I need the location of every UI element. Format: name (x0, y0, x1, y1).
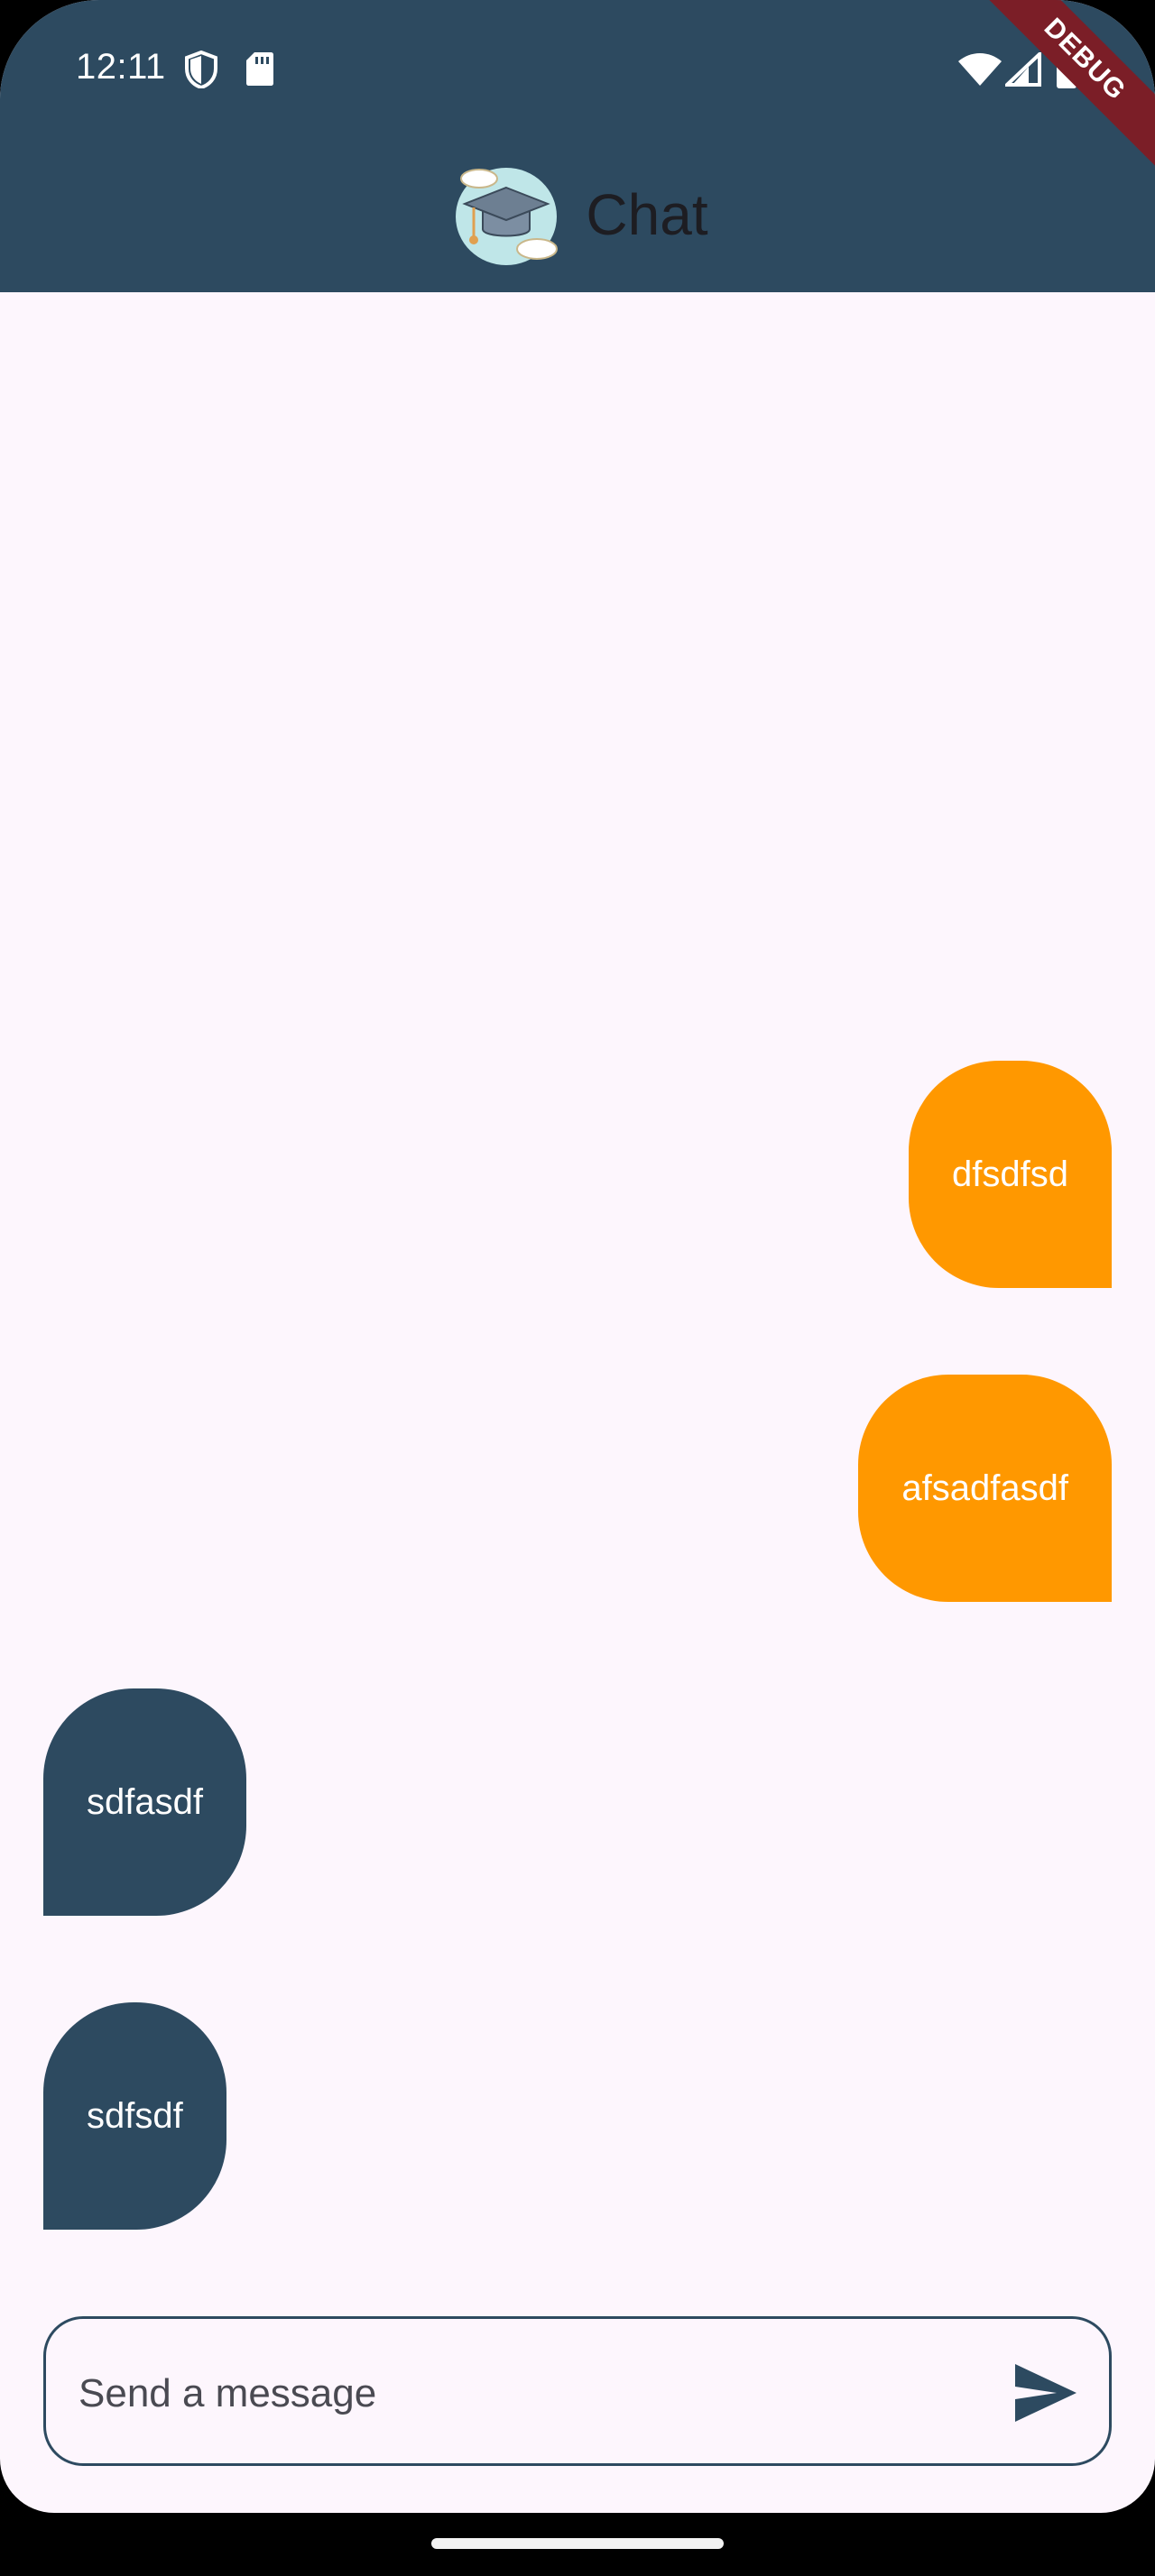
wifi-icon (958, 52, 1002, 91)
message-text: sdfasdf (87, 1781, 203, 1822)
message-bubble-received[interactable]: sdfasdf (43, 1688, 246, 1916)
status-bar: 12:11 DEBUG (0, 0, 1155, 167)
message-list[interactable]: dfsdfsd afsadfasdf sdfasdf sdfsdf (0, 292, 1155, 2304)
message-bubble-sent[interactable]: afsadfasdf (858, 1375, 1112, 1602)
sd-card-icon (245, 51, 274, 91)
home-indicator[interactable] (431, 2538, 724, 2549)
message-text: afsadfasdf (901, 1467, 1068, 1508)
app-bar: 12:11 DEBUG Chat (0, 0, 1155, 292)
message-input[interactable] (77, 2355, 983, 2433)
status-time: 12:11 (76, 47, 166, 87)
message-composer (43, 2316, 1112, 2466)
page-title: Chat (586, 182, 708, 247)
message-bubble-sent[interactable]: dfsdfsd (909, 1061, 1112, 1288)
send-icon[interactable] (1012, 2360, 1080, 2425)
shield-icon (184, 50, 218, 93)
cellular-signal-icon (1002, 50, 1041, 91)
graduation-cap-cloud-icon (447, 161, 564, 269)
message-text: dfsdfsd (952, 1154, 1068, 1194)
message-text: sdfsdf (87, 2095, 183, 2136)
app-screen: 12:11 DEBUG Chat dfsdfsd afsadfasdf sdfa… (0, 0, 1155, 2513)
message-bubble-received[interactable]: sdfsdf (43, 2002, 226, 2230)
title-row: Chat (0, 161, 1155, 269)
